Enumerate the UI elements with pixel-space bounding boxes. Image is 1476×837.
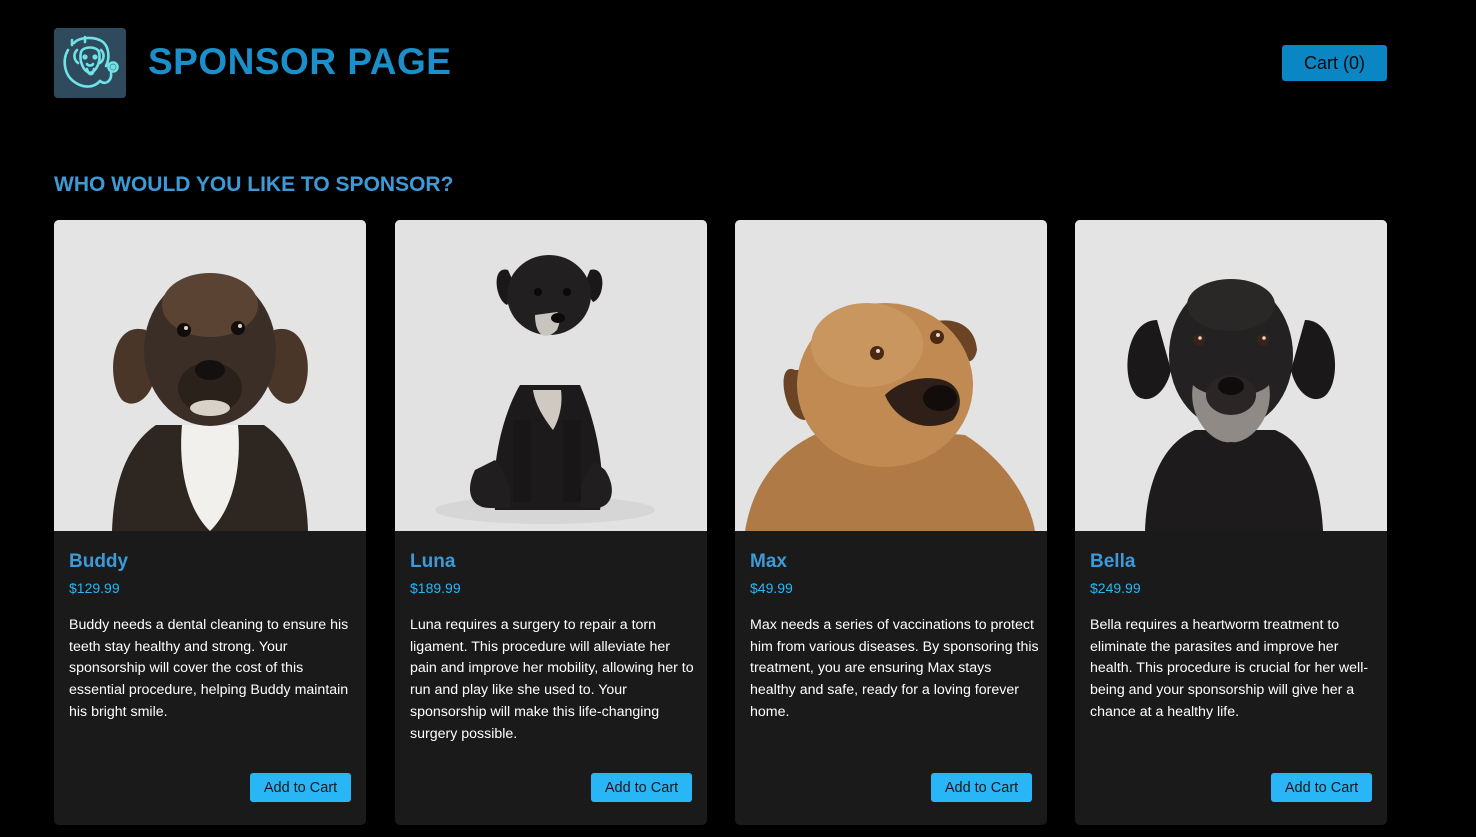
card-price: $189.99 [410, 580, 461, 596]
card-price: $129.99 [69, 580, 120, 596]
cart-button[interactable]: Cart (0) [1282, 45, 1387, 81]
sponsor-card-max: Max $49.99 Max needs a series of vaccina… [735, 220, 1047, 825]
card-price: $49.99 [750, 580, 793, 596]
old-black-dog-portrait-photo [1075, 220, 1387, 531]
add-to-cart-button[interactable]: Add to Cart [591, 773, 692, 802]
card-name: Luna [410, 551, 456, 572]
card-description: Buddy needs a dental cleaning to ensure … [69, 617, 349, 720]
add-to-cart-button[interactable]: Add to Cart [250, 773, 351, 802]
card-description: Bella requires a heartworm treatment to … [1090, 617, 1369, 720]
sponsor-card-luna: Luna $189.99 Luna requires a surgery to … [395, 220, 707, 825]
sponsor-card-bella: Bella $249.99 Bella requires a heartworm… [1075, 220, 1387, 825]
card-price: $249.99 [1090, 580, 1141, 596]
sponsor-page: SPONSOR PAGE Cart (0) WHO WOULD YOU LIKE… [0, 0, 1476, 837]
small-black-dog-sitting-photo [395, 220, 707, 531]
card-name: Bella [1090, 551, 1136, 572]
add-to-cart-button[interactable]: Add to Cart [931, 773, 1032, 802]
header: SPONSOR PAGE Cart (0) [54, 28, 1387, 98]
card-description: Max needs a series of vaccinations to pr… [750, 617, 1039, 720]
dog-stethoscope-logo[interactable] [54, 28, 126, 98]
brown-black-puppy-photo [54, 220, 366, 531]
tan-dog-portrait-photo [735, 220, 1047, 531]
sponsor-card-buddy: Buddy $129.99 Buddy needs a dental clean… [54, 220, 366, 825]
card-name: Buddy [69, 551, 129, 572]
section-heading: WHO WOULD YOU LIKE TO SPONSOR? [54, 173, 454, 196]
page-title: SPONSOR PAGE [148, 41, 452, 82]
add-to-cart-button[interactable]: Add to Cart [1271, 773, 1372, 802]
card-description: Luna requires a surgery to repair a torn… [410, 617, 694, 742]
sponsor-cards: Buddy $129.99 Buddy needs a dental clean… [54, 220, 1387, 825]
card-name: Max [750, 551, 787, 572]
